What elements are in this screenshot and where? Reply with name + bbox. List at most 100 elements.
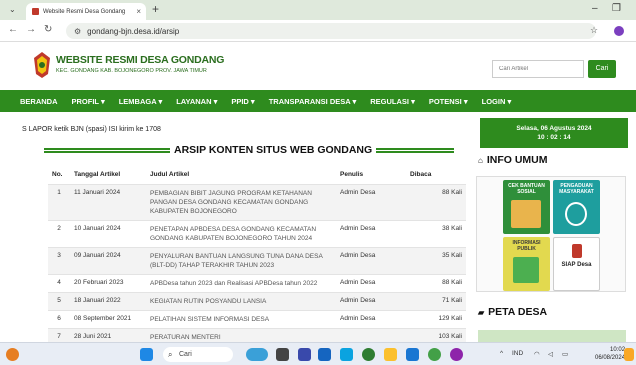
menu-transparansi-desa[interactable]: TRANSPARANSI DESA ▾	[269, 97, 357, 106]
whatsapp-icon[interactable]	[428, 348, 441, 361]
article-link[interactable]: PENETAPAN APBDESA DESA GONDANG KECAMATAN…	[146, 219, 336, 247]
col-penulis: Penulis	[340, 171, 364, 179]
col-tanggal: Tanggal Artikel	[74, 171, 121, 179]
info-umum-heading: ⌂ INFO UMUM	[478, 154, 548, 166]
site-favicon-icon	[32, 8, 39, 15]
row-author: Admin Desa	[336, 273, 406, 292]
thumb-label: PENGADUAN MASYARAKAT	[559, 183, 594, 195]
system-clock[interactable]: 10:02 06/08/2024	[595, 346, 625, 362]
thumb-informasi-publik[interactable]: INFORMASI PUBLIK	[503, 237, 550, 291]
row-views: 88 Kali	[406, 273, 466, 292]
thumb-pengaduan[interactable]: PENGADUAN MASYARAKAT	[553, 180, 600, 234]
current-date: Selasa, 06 Agustus 2024	[516, 125, 592, 132]
tab-search-icon[interactable]: ⌄	[9, 5, 16, 14]
task-view-icon[interactable]	[276, 348, 289, 361]
row-author: Admin Desa	[336, 183, 406, 220]
menu-regulasi[interactable]: REGULASI ▾	[370, 97, 415, 106]
article-link[interactable]: PEMBAGIAN BIBIT JAGUNG PROGRAM KETAHANAN…	[146, 183, 336, 220]
site-title: WEBSITE RESMI DESA GONDANG	[56, 54, 225, 66]
scale-illustration-icon	[565, 202, 587, 226]
os-taskbar: ⌕ Cari ^ IND ◠ ◁ ▭ 10:02 06/08/2024	[0, 342, 636, 365]
row-author: Admin Desa	[336, 309, 406, 328]
thumb-label: CEK BANTUAN SOSIAL	[508, 183, 545, 195]
menu-ppid[interactable]: PPID ▾	[231, 97, 254, 106]
widget-icon[interactable]	[246, 348, 268, 361]
edge-icon[interactable]	[340, 348, 353, 361]
thumb-siap-desa[interactable]: SIAP Desa	[553, 237, 600, 291]
col-no: No.	[52, 171, 63, 179]
date-time-box: Selasa, 06 Agustus 2024 10 : 02 : 14	[480, 118, 628, 148]
start-icon[interactable]	[140, 348, 153, 361]
bookmark-star-icon[interactable]: ☆	[590, 25, 598, 36]
wifi-icon[interactable]: ◠	[534, 350, 540, 358]
file-explorer-icon[interactable]	[384, 348, 397, 361]
archive-title-block: ARSIP KONTEN SITUS WEB GONDANG	[44, 144, 454, 158]
input-language[interactable]: IND	[512, 350, 523, 357]
table-header-row: No. Tanggal Artikel Judul Artikel Penuli…	[48, 166, 466, 184]
taskbar-search[interactable]: ⌕ Cari	[163, 347, 233, 362]
minimize-icon[interactable]: –	[592, 3, 598, 14]
row-number: 2	[48, 219, 70, 247]
forward-icon[interactable]: →	[26, 24, 36, 35]
browser-icon[interactable]	[450, 348, 463, 361]
menu-login[interactable]: LOGIN ▾	[482, 97, 512, 106]
archive-table: No. Tanggal Artikel Judul Artikel Penuli…	[48, 166, 466, 346]
title-divider-left	[44, 148, 170, 153]
folder-icon: ▰	[478, 307, 485, 317]
browser-nav-bar: ← → ↻ ⚙ gondang-bjn.desa.id/arsip ☆	[0, 20, 636, 42]
menu-profil[interactable]: PROFIL ▾	[72, 97, 105, 106]
running-text: S LAPOR ketik BJN (spasi) ISI kirim ke 1…	[22, 126, 161, 133]
village-logo-icon	[34, 52, 50, 78]
row-views: 38 Kali	[406, 219, 466, 247]
row-date: 10 Januari 2024	[70, 219, 146, 247]
people-illustration-icon	[511, 200, 541, 228]
browser-tab[interactable]: Website Resmi Desa Gondang ×	[26, 3, 146, 20]
table-row: 1 11 Januari 2024 PEMBAGIAN BIBIT JAGUNG…	[48, 183, 466, 220]
battery-icon[interactable]: ▭	[562, 350, 568, 358]
thumb-label: INFORMASI PUBLIK	[512, 240, 541, 252]
menu-potensi[interactable]: POTENSI ▾	[429, 97, 468, 106]
tray-chevron-icon[interactable]: ^	[500, 350, 503, 357]
chrome-icon[interactable]	[362, 348, 375, 361]
archive-title: ARSIP KONTEN SITUS WEB GONDANG	[170, 144, 377, 156]
thumb-cek-bantuan[interactable]: CEK BANTUAN SOSIAL	[503, 180, 550, 234]
menu-lembaga[interactable]: LEMBAGA ▾	[119, 97, 162, 106]
profile-avatar-icon[interactable]	[614, 26, 624, 36]
taskbar-search-label: Cari	[179, 351, 192, 358]
app-icon[interactable]	[298, 348, 311, 361]
new-tab-icon[interactable]: +	[152, 2, 159, 16]
article-search-input[interactable]	[492, 60, 584, 78]
clock-date: 06/08/2024	[595, 355, 626, 361]
back-icon[interactable]: ←	[8, 24, 18, 35]
row-date: 11 Januari 2024	[70, 183, 146, 220]
restore-icon[interactable]: ❐	[612, 3, 621, 14]
main-menu: BERANDA PROFIL ▾ LEMBAGA ▾ LAYANAN ▾ PPI…	[0, 90, 636, 112]
reload-icon[interactable]: ↻	[44, 24, 52, 35]
menu-beranda[interactable]: BERANDA	[20, 97, 58, 106]
menu-layanan[interactable]: LAYANAN ▾	[176, 97, 217, 106]
col-judul: Judul Artikel	[150, 171, 190, 179]
article-link[interactable]: PENYALURAN BANTUAN LANGSUNG TUNA DANA DE…	[146, 246, 336, 274]
info-gallery: CEK BANTUAN SOSIAL PENGADUAN MASYARAKAT …	[476, 176, 626, 292]
search-button[interactable]: Cari	[588, 60, 616, 78]
thumb-label: SIAP Desa	[561, 262, 592, 268]
site-info-icon[interactable]: ⚙	[74, 27, 81, 36]
article-link[interactable]: PELATIHAN SISTEM INFORMASI DESA	[146, 309, 336, 328]
article-link[interactable]: APBDesa tahun 2023 dan Realisasi APBDesa…	[146, 273, 336, 292]
address-bar[interactable]: ⚙ gondang-bjn.desa.id/arsip	[66, 23, 596, 39]
info-umum-label: INFO UMUM	[486, 154, 548, 166]
volume-icon[interactable]: ◁	[548, 350, 553, 358]
table-row: 4 20 Februari 2023 APBDesa tahun 2023 da…	[48, 273, 466, 292]
row-number: 6	[48, 309, 70, 328]
close-tab-icon[interactable]: ×	[136, 7, 141, 16]
mail-icon[interactable]	[318, 348, 331, 361]
store-icon[interactable]	[406, 348, 419, 361]
row-views: 88 Kali	[406, 183, 466, 220]
weather-icon[interactable]	[6, 348, 19, 361]
table-row: 5 18 Januari 2022 KEGIATAN RUTIN POSYAND…	[48, 291, 466, 310]
row-number: 4	[48, 273, 70, 292]
row-views: 129 Kali	[406, 309, 466, 328]
notification-icon[interactable]	[624, 348, 634, 361]
article-link[interactable]: KEGIATAN RUTIN POSYANDU LANSIA	[146, 291, 336, 310]
row-date: 18 Januari 2022	[70, 291, 146, 310]
